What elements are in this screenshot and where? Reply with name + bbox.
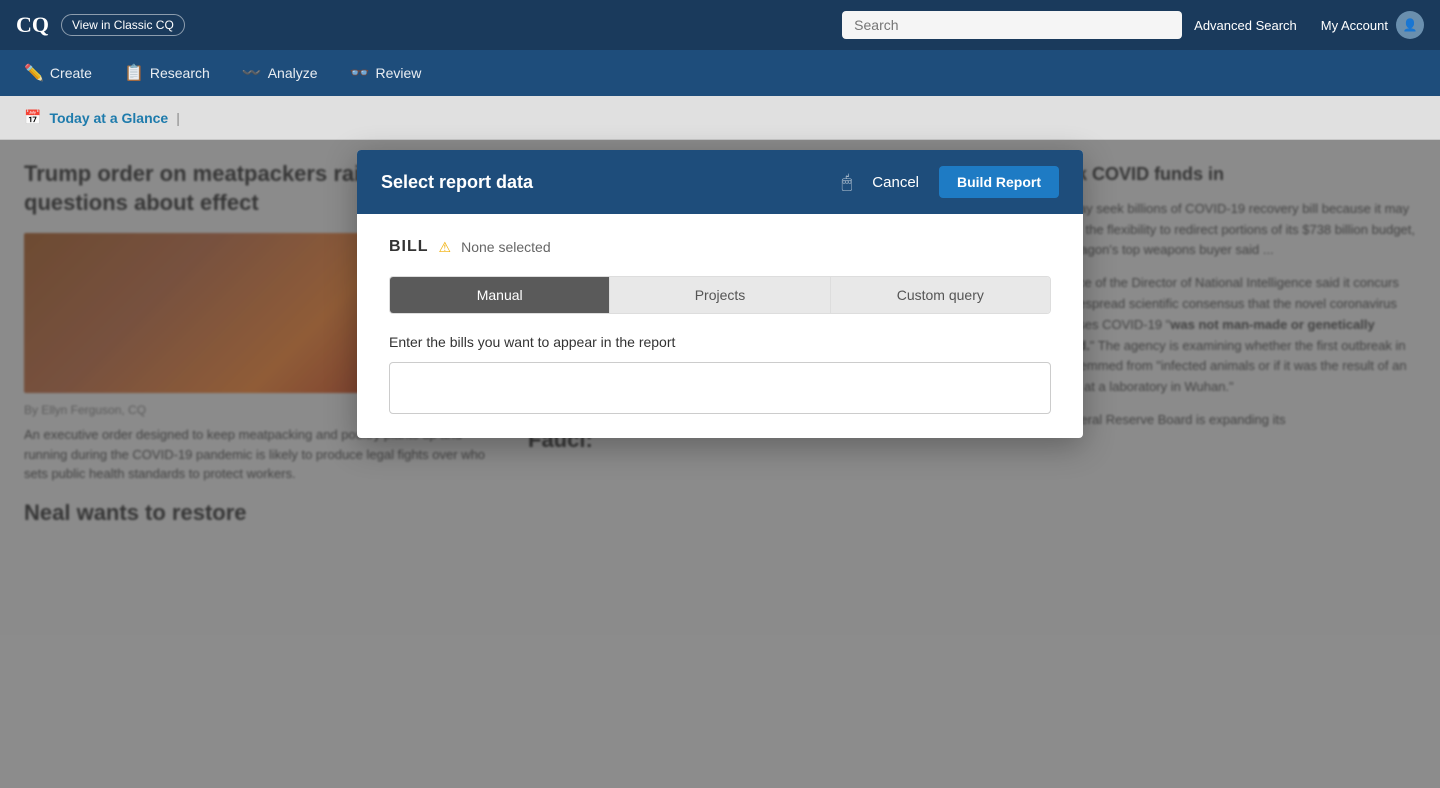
my-account-label: My Account <box>1321 18 1388 33</box>
tab-manual[interactable]: Manual <box>390 277 610 313</box>
classic-cq-button[interactable]: View in Classic CQ <box>61 14 185 36</box>
breadcrumb: 📅 Today at a Glance | <box>0 96 1440 140</box>
cursor-icon: 🖱 <box>841 172 852 193</box>
select-report-modal: Select report data 🖱 Cancel Build Report… <box>357 150 1083 438</box>
tab-custom-query[interactable]: Custom query <box>831 277 1050 313</box>
calendar-icon: 📅 <box>24 109 41 126</box>
modal-title: Select report data <box>381 172 533 193</box>
bills-input[interactable] <box>389 362 1051 414</box>
nav-analyze-label: Analyze <box>268 65 318 81</box>
nav-research[interactable]: 📋 Research <box>124 63 210 83</box>
review-icon: 👓 <box>350 63 370 83</box>
avatar: 👤 <box>1396 11 1424 39</box>
main-area: Trump order on meatpackers raises questi… <box>0 140 1440 788</box>
modal-body: BILL ⚠ None selected Manual Projects Cus… <box>357 214 1083 438</box>
bill-label: BILL <box>389 238 429 256</box>
nav-analyze[interactable]: 〰️ Analyze <box>242 63 318 83</box>
modal-overlay: Select report data 🖱 Cancel Build Report… <box>0 140 1440 788</box>
create-icon: ✏️ <box>24 63 44 83</box>
nav-review-label: Review <box>375 65 421 81</box>
top-navigation: CQ View in Classic CQ Advanced Search My… <box>0 0 1440 50</box>
analyze-icon: 〰️ <box>242 63 262 83</box>
secondary-navigation: ✏️ Create 📋 Research 〰️ Analyze 👓 Review <box>0 50 1440 96</box>
cq-logo: CQ <box>16 12 49 38</box>
nav-create[interactable]: ✏️ Create <box>24 63 92 83</box>
build-report-button[interactable]: Build Report <box>939 166 1059 198</box>
advanced-search-link[interactable]: Advanced Search <box>1194 18 1297 33</box>
nav-create-label: Create <box>50 65 92 81</box>
search-input[interactable] <box>842 11 1182 39</box>
nav-research-label: Research <box>150 65 210 81</box>
bill-header: BILL ⚠ None selected <box>389 238 1051 256</box>
nav-review[interactable]: 👓 Review <box>350 63 422 83</box>
tab-projects[interactable]: Projects <box>610 277 830 313</box>
none-selected-text: None selected <box>461 239 551 255</box>
breadcrumb-separator: | <box>176 110 180 126</box>
my-account-menu[interactable]: My Account 👤 <box>1321 11 1424 39</box>
tab-group: Manual Projects Custom query <box>389 276 1051 314</box>
today-at-a-glance-link[interactable]: Today at a Glance <box>49 110 168 126</box>
warning-icon: ⚠ <box>439 239 452 256</box>
research-icon: 📋 <box>124 63 144 83</box>
modal-header-actions: 🖱 Cancel Build Report <box>841 166 1059 198</box>
cancel-button[interactable]: Cancel <box>864 170 927 195</box>
instruction-text: Enter the bills you want to appear in th… <box>389 334 1051 350</box>
modal-header: Select report data 🖱 Cancel Build Report <box>357 150 1083 214</box>
